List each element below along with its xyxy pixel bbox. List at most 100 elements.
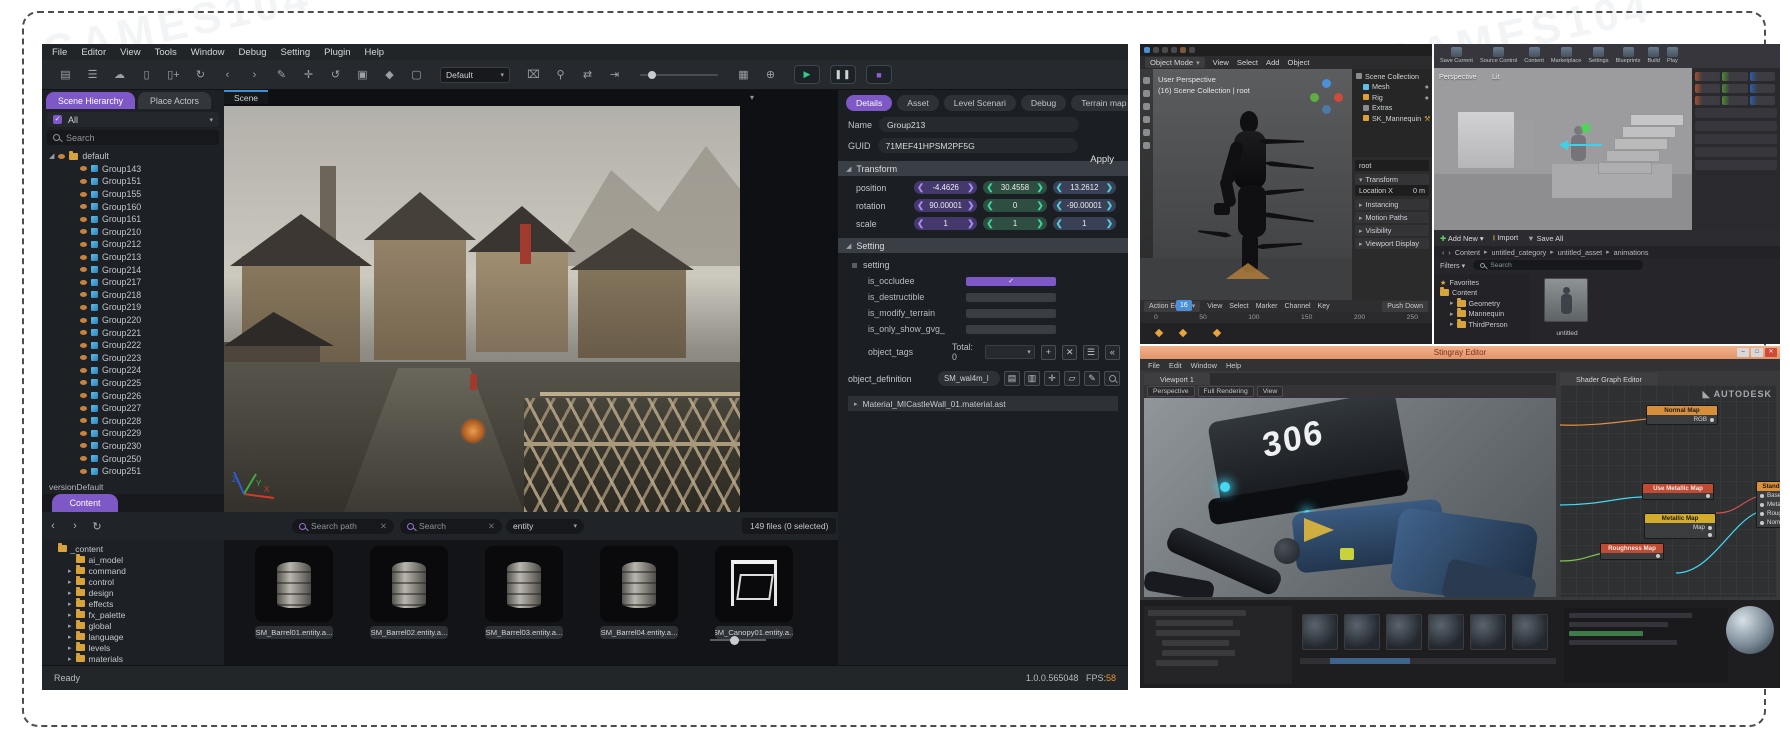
toolbar-button[interactable]: Save Current [1440, 47, 1473, 64]
transform-section-header[interactable]: ◢ Transform [838, 161, 1128, 176]
tree-item[interactable]: Group160 [42, 200, 224, 213]
toolbar-icon[interactable] [1189, 47, 1195, 53]
navigation-gizmo[interactable] [1310, 79, 1344, 113]
scale-row[interactable] [1695, 96, 1777, 105]
tool-icon[interactable] [1143, 129, 1150, 136]
light-icon[interactable]: ⚲ [547, 68, 574, 81]
caret-right-icon[interactable]: ▸ [68, 622, 72, 630]
mode-dropdown[interactable]: Default ▾ [440, 67, 510, 83]
keyframe-diamond[interactable] [1155, 329, 1163, 337]
remove-tag-button[interactable]: ✕ [1062, 345, 1077, 360]
tree-item[interactable]: Group218 [42, 289, 224, 302]
visibility-eye-icon[interactable] [80, 343, 87, 348]
rotation-row[interactable] [1695, 84, 1777, 93]
caret-right-icon[interactable]: ▸ [68, 655, 72, 663]
clear-icon[interactable]: ✕ [488, 521, 495, 532]
content-search-input[interactable]: Search ✕ [400, 519, 502, 534]
visibility-eye-icon[interactable] [80, 267, 87, 272]
pin-dot[interactable] [1656, 554, 1660, 558]
tag-dropdown[interactable]: ▾ [985, 345, 1035, 359]
asset-item[interactable]: untitled [1544, 278, 1590, 340]
menu-item[interactable]: Key [1318, 303, 1330, 310]
x-field[interactable] [1695, 84, 1720, 93]
tree-item[interactable]: Group214 [42, 263, 224, 276]
z-value-field[interactable]: ❮13.2612❯ [1053, 181, 1116, 194]
menu-item[interactable]: Plugin [324, 47, 350, 58]
favorites-header[interactable]: ★Favorites [1440, 277, 1530, 288]
visibility-eye-icon[interactable] [80, 255, 87, 260]
setting-group-row[interactable]: setting [838, 253, 1128, 270]
details-tab[interactable]: Level Scenari [944, 95, 1016, 111]
toolbar-button[interactable]: Content [1524, 47, 1544, 64]
brush-icon[interactable]: ✎ [1084, 371, 1100, 386]
cloud-icon[interactable]: ☁ [106, 68, 133, 81]
filters-button[interactable]: Filters ▾ [1440, 261, 1465, 270]
visibility-eye-icon[interactable] [80, 456, 87, 461]
tree-item[interactable]: Group155 [42, 188, 224, 201]
location-row[interactable] [1695, 72, 1777, 81]
asset-card[interactable]: SM_Canopy01.entity.a... [715, 546, 793, 665]
camera-icon[interactable]: ⌧ [520, 68, 547, 81]
visibility-eye-icon[interactable] [80, 330, 87, 335]
x-value-field[interactable]: ❮-4.4626❯ [914, 181, 977, 194]
brush-tool-icon[interactable]: ✎ [268, 68, 295, 81]
visibility-eye-icon[interactable] [80, 469, 87, 474]
asset-card[interactable]: SM_Barrel04.entity.a... [600, 546, 678, 665]
hierarchy-icon[interactable]: ☰ [79, 68, 106, 81]
tab-scene[interactable]: Scene [224, 90, 268, 104]
object-name-field[interactable]: root [1355, 160, 1429, 171]
filter-all-row[interactable]: ✓ All ▾ [47, 112, 219, 127]
guid-input[interactable]: 71MEF41HPSM2PF5G [878, 138, 1078, 153]
caret-right-icon[interactable]: ▸ [68, 578, 72, 586]
world-icon[interactable]: ⊕ [757, 68, 784, 81]
menu-item[interactable]: View [120, 47, 140, 58]
toolbar-button[interactable]: Play [1667, 47, 1678, 64]
camera-speed-slider[interactable] [640, 74, 718, 76]
pause-button[interactable]: ❚❚ [830, 65, 856, 84]
checkbox-checked-icon[interactable]: ✓ [53, 115, 62, 124]
outliner-row[interactable]: SK_Mannequin⚒ [1356, 113, 1432, 124]
folder-row[interactable]: ▸ materials [42, 653, 224, 664]
search-path-input[interactable]: Search path ✕ [292, 519, 394, 534]
toolbar-button[interactable]: Settings [1588, 47, 1608, 64]
details-section-row[interactable] [1695, 160, 1777, 170]
menu-item[interactable]: Help [1226, 361, 1241, 370]
folder-row[interactable]: ▸ _content [42, 543, 224, 554]
breadcrumb-item[interactable]: Content [1455, 248, 1480, 257]
save-all-button[interactable]: ▼ Save All [1527, 234, 1563, 243]
toolbar-icon[interactable] [1180, 47, 1186, 53]
toolbar-button[interactable]: Marketplace [1551, 47, 1581, 64]
caret-down-icon[interactable]: ◢ [49, 152, 54, 160]
import-button[interactable]: ⭳ Import [1493, 232, 1519, 245]
tree-item[interactable]: Group225 [42, 377, 224, 390]
search-icon[interactable] [1104, 371, 1120, 386]
toolbar-button[interactable]: Build [1647, 47, 1659, 64]
node-roughness-map[interactable]: Roughness Map [1600, 543, 1664, 560]
breadcrumb-item[interactable]: untitled_asset [1558, 248, 1602, 257]
asset-card[interactable]: SM_Barrel01.entity.a... [255, 546, 333, 665]
toolbar-icon[interactable] [1162, 47, 1168, 53]
menu-item[interactable]: Channel [1285, 303, 1311, 310]
details-tab[interactable]: Details [846, 95, 892, 111]
tree-item[interactable]: Group161 [42, 213, 224, 226]
x-value-field[interactable]: ❮1❯ [914, 217, 977, 230]
new-document-icon[interactable]: ▯ [133, 68, 160, 81]
outliner-root-row[interactable]: Scene Collection [1356, 71, 1432, 82]
folder-row[interactable]: ▸ language [42, 631, 224, 642]
viewport-lit-label[interactable]: Lit [1492, 72, 1500, 81]
visibility-eye-icon[interactable] [80, 305, 87, 310]
node-metallic-map[interactable]: Metallic Map Map [1644, 513, 1716, 539]
tree-item[interactable]: Group251 [42, 465, 224, 478]
details-section-row[interactable] [1695, 147, 1777, 157]
timeline-scrubber[interactable] [1300, 658, 1556, 664]
x-field[interactable] [1695, 72, 1720, 81]
folder-row[interactable]: ▸ design [42, 587, 224, 598]
menu-item[interactable]: File [1148, 361, 1160, 370]
refresh-icon[interactable]: ↻ [86, 520, 108, 533]
tree-item[interactable]: Group228 [42, 414, 224, 427]
folder-row[interactable]: ▸ command [42, 565, 224, 576]
tree-item[interactable]: Group220 [42, 314, 224, 327]
outliner-row[interactable]: Rig● [1356, 92, 1432, 103]
tree-item[interactable]: Group229 [42, 427, 224, 440]
tree-item[interactable]: Group221 [42, 326, 224, 339]
